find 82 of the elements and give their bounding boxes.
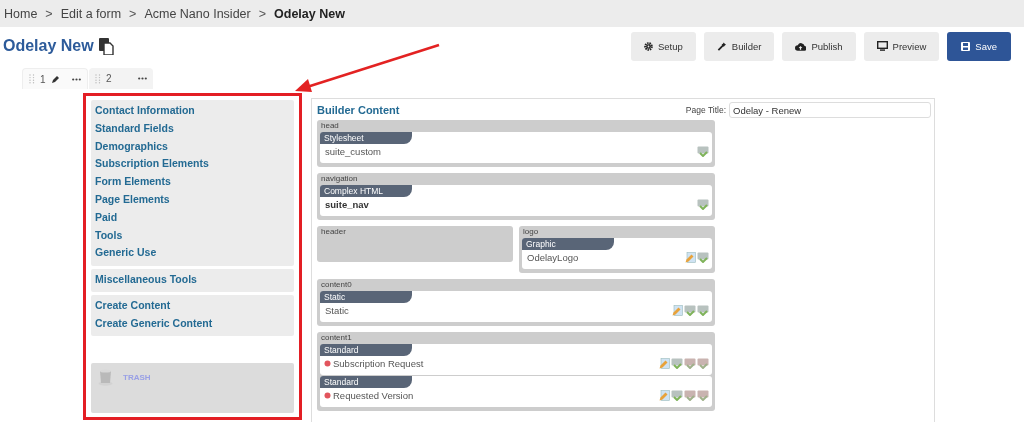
toolbox-item[interactable]: Paid (95, 208, 290, 227)
check-tag-icon[interactable] (671, 390, 683, 401)
toolbox-item[interactable]: Form Elements (95, 173, 290, 191)
toolbox-item[interactable]: Subscription Elements (95, 155, 290, 174)
module-card[interactable]: Complex HTML suite_nav (320, 185, 712, 216)
toolbox-item[interactable]: Contact Information (95, 102, 290, 120)
edit-icon[interactable] (659, 390, 670, 401)
toolbar-button[interactable]: Builder (703, 31, 775, 61)
module-card[interactable]: Standard Requested Version (320, 376, 712, 407)
check-tag-icon[interactable] (697, 305, 709, 316)
module-card[interactable]: Graphic OdelayLogo (522, 238, 712, 269)
drag-handle-icon[interactable] (95, 73, 101, 84)
module-name: Subscription Request (333, 358, 424, 369)
page-tab[interactable]: 1 (22, 68, 88, 89)
breadcrumb-separator: > (45, 6, 53, 21)
page-title: Odelay New (3, 37, 94, 55)
toolbar-button[interactable]: Setup (630, 31, 696, 61)
tag-icon[interactable] (684, 358, 696, 369)
toolbox-item[interactable]: Page Elements (95, 191, 290, 209)
tag-icon[interactable] (697, 358, 709, 369)
cloud-upload-icon (795, 41, 807, 51)
module-type-tab: Standard (320, 376, 412, 388)
breadcrumb-link[interactable]: Edit a form (60, 6, 122, 21)
toolbox-item[interactable]: Miscellaneous Tools (95, 271, 290, 289)
page-title-field[interactable]: Odelay - Renew (729, 102, 931, 118)
tab-label: 1 (40, 73, 46, 85)
more-icon[interactable] (72, 77, 81, 81)
module-card[interactable]: Static Static (320, 291, 712, 322)
toolbox-item[interactable]: Create Content (95, 296, 290, 315)
module-name: Static (325, 305, 349, 316)
breadcrumb-separator: > (129, 6, 137, 21)
module-name: suite_nav (325, 199, 369, 210)
builder-title: Builder Content (317, 104, 400, 116)
breadcrumb-link[interactable]: Acme Nano Insider (144, 6, 251, 21)
section-label: logo (522, 227, 540, 237)
module-type-tab: Standard (320, 344, 412, 356)
check-tag-icon[interactable] (697, 252, 709, 263)
tag-icon[interactable] (697, 390, 709, 401)
module-type-tab: Stylesheet (320, 132, 412, 144)
breadcrumb-link[interactable]: Home (4, 6, 38, 21)
toolbar-button[interactable]: Preview (863, 31, 940, 61)
section-label: head (320, 121, 340, 131)
module-type-tab: Static (320, 291, 412, 303)
check-tag-icon[interactable] (697, 146, 709, 157)
check-tag-icon[interactable] (671, 358, 683, 369)
save-button[interactable]: Save (947, 31, 1011, 61)
toolbox-item[interactable]: Create Generic Content (95, 314, 290, 333)
module-type-tab: Complex HTML (320, 185, 412, 197)
page-title-label: Page Title: (685, 105, 726, 115)
pencil-icon[interactable] (50, 74, 60, 84)
section-label: content1 (320, 333, 353, 343)
page-tab[interactable]: 2 (89, 68, 153, 89)
drag-handle-icon[interactable] (29, 74, 35, 84)
toolbox-item[interactable]: Tools (95, 226, 290, 245)
module-card[interactable]: Stylesheet suite_custom (320, 132, 712, 163)
toolbar-button[interactable]: Publish (782, 31, 856, 61)
tag-icon[interactable] (684, 390, 696, 401)
module-name: Requested Version (333, 390, 414, 401)
edit-icon[interactable] (659, 358, 670, 369)
more-icon[interactable] (138, 77, 147, 80)
module-name: OdelayLogo (527, 252, 579, 263)
tab-label: 2 (106, 73, 112, 84)
gear-icon (643, 41, 653, 51)
trash-can-icon (97, 369, 114, 386)
section-label: content0 (320, 280, 353, 290)
wand-icon (716, 41, 727, 51)
toolbox-item[interactable]: Demographics (95, 137, 290, 156)
module-type-tab: Graphic (522, 238, 614, 250)
edit-icon[interactable] (672, 305, 683, 316)
module-card[interactable]: Standard Subscription Request (320, 344, 712, 375)
module-name: suite_custom (325, 146, 381, 157)
section-label: header (320, 227, 347, 237)
toolbox-item[interactable]: Standard Fields (95, 119, 290, 138)
check-tag-icon[interactable] (697, 199, 709, 210)
breadcrumb-separator: > (258, 6, 267, 21)
check-tag-icon[interactable] (684, 305, 696, 316)
toolbox-item[interactable]: Generic Use (95, 244, 290, 263)
section-label: navigation (320, 174, 359, 184)
edit-icon[interactable] (685, 252, 696, 263)
trash-label: TRASH (123, 373, 151, 382)
monitor-icon (876, 41, 888, 51)
copy-icon[interactable] (98, 37, 114, 55)
